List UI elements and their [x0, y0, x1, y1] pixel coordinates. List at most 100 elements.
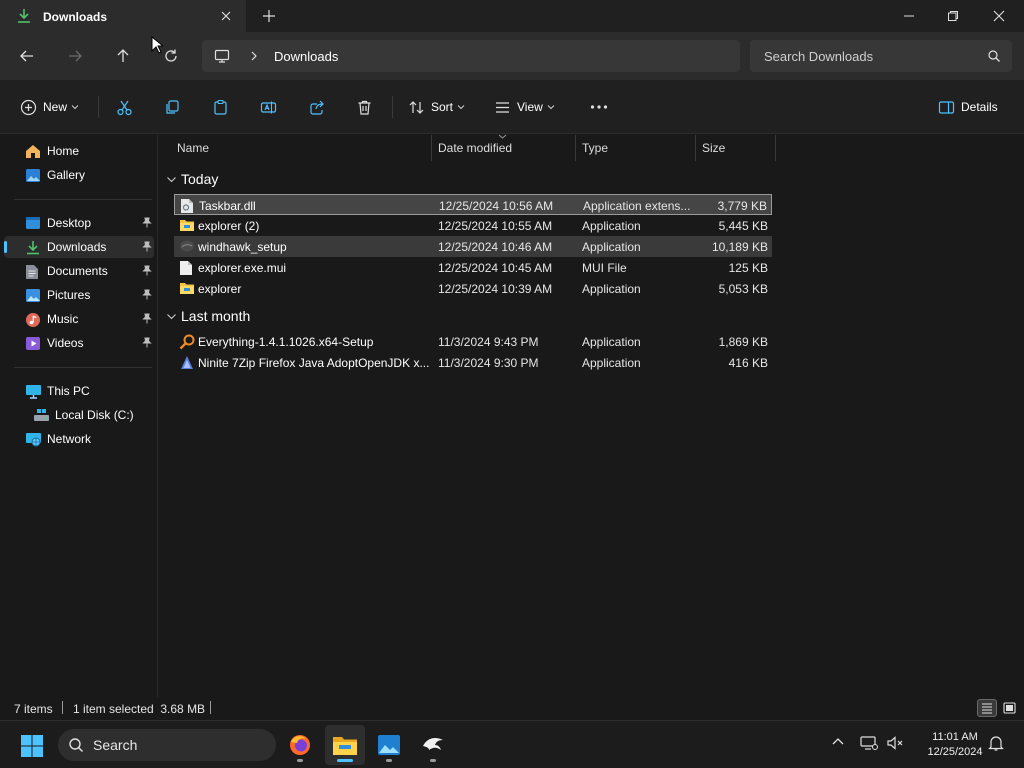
column-header-size[interactable]: Size	[702, 135, 725, 161]
cut-button[interactable]	[116, 97, 133, 117]
explorer-app-icon	[179, 218, 195, 232]
more-options-button[interactable]	[590, 97, 608, 117]
column-header-name[interactable]: Name	[177, 135, 209, 161]
pictures-icon	[25, 288, 41, 303]
sidebar-item-pictures[interactable]: Pictures	[4, 284, 154, 306]
sidebar-item-local-disk[interactable]: Local Disk (C:)	[4, 404, 154, 426]
pin-icon[interactable]	[142, 217, 152, 228]
group-header-today[interactable]: Today	[166, 169, 218, 189]
cut-icon	[116, 99, 133, 116]
file-date: 11/3/2024 9:43 PM	[438, 335, 539, 349]
file-row[interactable]: explorer 12/25/2024 10:39 AM Application…	[174, 278, 772, 299]
sidebar-item-documents[interactable]: Documents	[4, 260, 154, 282]
sidebar-item-gallery[interactable]: Gallery	[4, 164, 154, 186]
paste-button[interactable]	[212, 97, 229, 117]
file-type: Application extens...	[583, 199, 691, 213]
refresh-button[interactable]	[161, 46, 181, 66]
clock[interactable]: 11:01 AM 12/25/2024	[912, 730, 998, 760]
trash-icon	[356, 99, 373, 116]
sidebar-item-videos[interactable]: Videos	[4, 332, 154, 354]
file-size: 3,779 KB	[717, 199, 767, 213]
pin-icon[interactable]	[142, 289, 152, 300]
pin-icon[interactable]	[142, 337, 152, 348]
view-button[interactable]: View	[494, 97, 555, 117]
notification-bell-icon[interactable]	[988, 735, 1004, 751]
file-row[interactable]: Ninite 7Zip Firefox Java AdoptOpenJDK x.…	[174, 352, 772, 373]
new-label: New	[43, 100, 68, 114]
taskbar-photos[interactable]	[369, 725, 409, 765]
column-divider[interactable]	[695, 135, 696, 161]
sidebar-item-home[interactable]: Home	[4, 140, 154, 162]
taskbar-windhawk[interactable]	[413, 725, 453, 765]
sidebar-item-downloads[interactable]: Downloads	[4, 236, 154, 258]
add-icon	[20, 99, 37, 116]
sidebar-label: Music	[47, 312, 79, 326]
file-row[interactable]: Everything-1.4.1.1026.x64-Setup 11/3/202…	[174, 331, 772, 352]
delete-button[interactable]	[356, 97, 373, 117]
up-button[interactable]	[113, 46, 133, 66]
sidebar-item-desktop[interactable]: Desktop	[4, 212, 154, 234]
start-windows-icon[interactable]	[20, 734, 44, 758]
share-button[interactable]	[308, 97, 325, 117]
sidebar-item-network[interactable]: Network	[4, 428, 154, 450]
chevron-down-icon	[457, 103, 465, 111]
search-icon[interactable]	[987, 49, 1001, 63]
file-row[interactable]: explorer (2) 12/25/2024 10:55 AM Applica…	[174, 215, 772, 236]
chevron-down-icon	[71, 103, 79, 111]
tiles-view-icon	[1002, 702, 1016, 714]
breadcrumb-downloads[interactable]: Downloads	[274, 49, 338, 64]
selection-info: 1 item selected 3.68 MB	[73, 702, 206, 716]
column-divider[interactable]	[431, 135, 432, 161]
taskbar-file-explorer[interactable]	[325, 725, 365, 765]
forward-button[interactable]	[65, 46, 85, 66]
volume-muted-icon[interactable]	[886, 735, 904, 751]
file-row[interactable]: explorer.exe.mui 12/25/2024 10:45 AM MUI…	[174, 257, 772, 278]
tiles-view-toggle[interactable]	[999, 699, 1019, 717]
address-bar[interactable]: Downloads	[202, 40, 740, 72]
chevron-up-icon[interactable]	[831, 735, 845, 749]
tab-close-icon[interactable]	[219, 9, 233, 23]
new-tab-icon[interactable]	[262, 9, 276, 23]
copy-button[interactable]	[164, 97, 181, 117]
details-view-toggle[interactable]	[977, 699, 997, 717]
column-divider[interactable]	[575, 135, 576, 161]
column-divider[interactable]	[775, 135, 776, 161]
tab-downloads[interactable]: Downloads	[0, 0, 246, 32]
pin-icon[interactable]	[142, 313, 152, 324]
column-header-type[interactable]: Type	[582, 135, 608, 161]
file-type: Application	[582, 282, 641, 296]
sidebar-item-music[interactable]: Music	[4, 308, 154, 330]
sidebar-label: Downloads	[47, 240, 107, 254]
pin-icon[interactable]	[142, 241, 152, 252]
taskbar-firefox[interactable]	[280, 725, 320, 765]
group-header-last-month[interactable]: Last month	[166, 306, 250, 326]
download-icon	[16, 8, 32, 24]
search-input[interactable]: Search Downloads	[750, 40, 1012, 72]
file-row[interactable]: windhawk_setup 12/25/2024 10:46 AM Appli…	[174, 236, 772, 257]
back-button[interactable]	[17, 46, 37, 66]
documents-icon	[25, 264, 39, 280]
paste-icon	[212, 99, 229, 116]
file-row[interactable]: Taskbar.dll 12/25/2024 10:56 AM Applicat…	[174, 194, 772, 215]
rename-icon	[260, 99, 277, 116]
restore-button[interactable]	[930, 0, 976, 32]
file-name: Ninite 7Zip Firefox Java AdoptOpenJDK x.…	[198, 356, 430, 370]
rename-button[interactable]	[260, 97, 277, 117]
file-name: explorer (2)	[198, 219, 260, 233]
new-button[interactable]: New	[20, 97, 79, 117]
sidebar-item-this-pc[interactable]: This PC	[4, 380, 154, 402]
file-name: explorer.exe.mui	[198, 261, 287, 275]
taskbar-search[interactable]: Search	[58, 729, 276, 761]
details-pane-icon	[938, 99, 955, 116]
group-label: Today	[181, 171, 219, 187]
close-button[interactable]	[976, 0, 1022, 32]
sort-button[interactable]: Sort	[408, 97, 465, 117]
details-button[interactable]: Details	[938, 97, 998, 117]
chevron-right-icon[interactable]	[248, 50, 260, 62]
blank-file-icon	[179, 260, 193, 276]
file-type: MUI File	[582, 261, 627, 275]
pin-icon[interactable]	[142, 265, 152, 276]
minimize-button[interactable]	[886, 0, 932, 32]
status-divider	[210, 701, 211, 714]
network-tray-icon[interactable]	[860, 735, 878, 751]
